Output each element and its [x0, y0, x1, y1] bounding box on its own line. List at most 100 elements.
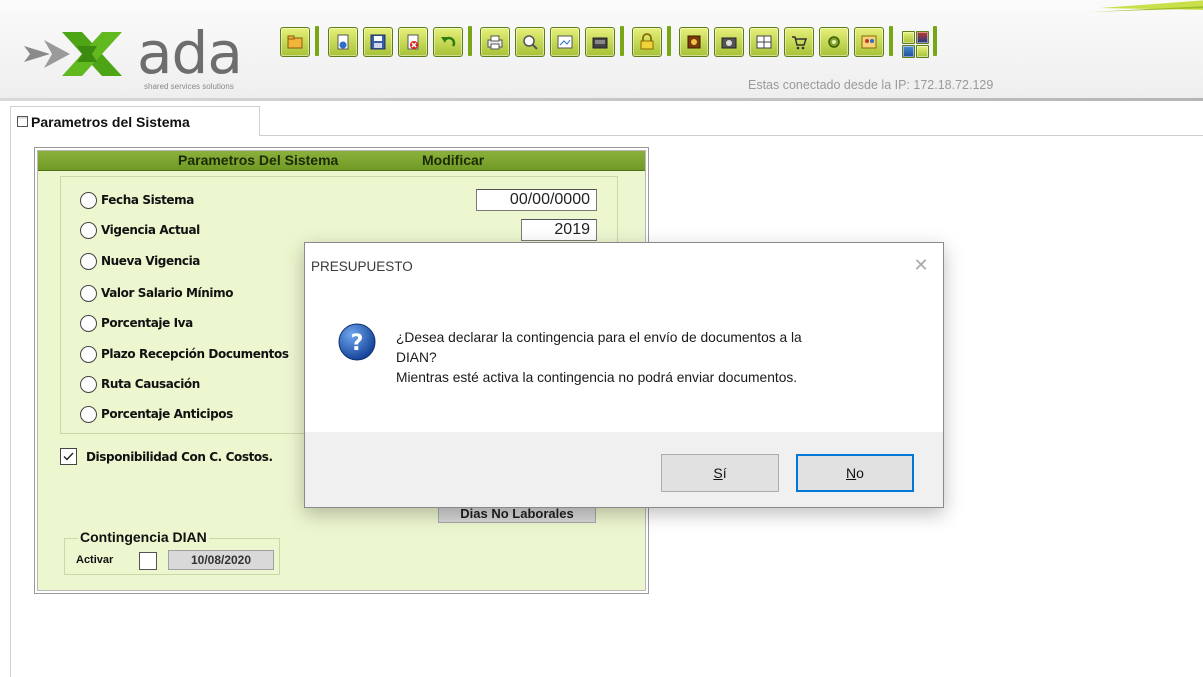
header-divider [0, 98, 1203, 101]
toolbar-separator [667, 26, 671, 56]
radio-button[interactable] [80, 191, 97, 209]
yes-mnemonic: S [713, 465, 723, 481]
save-icon [370, 34, 386, 50]
tab-parametros-sistema[interactable]: Parametros del Sistema [10, 106, 260, 136]
mini-window-button[interactable] [902, 31, 915, 44]
mini-doc-button[interactable] [916, 45, 929, 58]
panel-title-bar: Parametros Del Sistema Modificar [38, 151, 645, 171]
param-label: Plazo Recepción Documentos [101, 347, 289, 361]
checkmark-icon [63, 452, 74, 461]
contingencia-title: Contingencia DIAN [78, 529, 209, 545]
radio-button[interactable] [80, 405, 97, 423]
radio-fecha-sistema[interactable]: Fecha Sistema [80, 189, 194, 211]
toolbar-separator [315, 26, 319, 56]
dialog-message-line: ¿Desea declarar la contingencia para el … [396, 330, 802, 345]
export-icon [592, 37, 608, 49]
radio-button[interactable] [80, 284, 97, 302]
no-label: o [856, 465, 864, 481]
print-icon [487, 35, 503, 50]
question-icon: ? [338, 323, 376, 361]
param-label: Fecha Sistema [101, 193, 194, 207]
users-button[interactable] [854, 27, 884, 57]
print-button[interactable] [480, 27, 510, 57]
radio-button[interactable] [80, 345, 97, 363]
radio-porcentaje-iva[interactable]: Porcentaje Iva [80, 312, 193, 334]
logo-tagline: shared services solutions [144, 82, 234, 91]
grid-button[interactable] [749, 27, 779, 57]
lock-button[interactable] [632, 27, 662, 57]
radio-button[interactable] [80, 252, 97, 270]
dialog-message: ¿Desea declarar la contingencia para el … [396, 328, 916, 388]
settings-button[interactable] [819, 27, 849, 57]
activar-checkbox[interactable] [139, 552, 157, 570]
delete-button[interactable] [398, 27, 428, 57]
radio-valor-salario-minimo[interactable]: Valor Salario Mínimo [80, 282, 233, 304]
param-label: Nueva Vigencia [101, 254, 201, 268]
param-label: Ruta Causación [101, 377, 200, 391]
header-swoosh-decoration [1090, 0, 1203, 12]
mini-flag-button[interactable] [916, 31, 929, 44]
search-icon [523, 35, 538, 50]
param-label: Porcentaje Iva [101, 316, 193, 330]
toolbar-separator [468, 26, 472, 56]
logo-mark-icon [24, 32, 122, 76]
param-label: Vigencia Actual [101, 223, 200, 237]
window-icon [17, 116, 28, 127]
vigencia-actual-field[interactable]: 2019 [521, 219, 597, 241]
disponibilidad-checkbox[interactable] [60, 448, 77, 465]
lock-icon [640, 33, 654, 50]
radio-button[interactable] [80, 221, 97, 239]
open-button[interactable] [280, 27, 310, 57]
radio-nueva-vigencia[interactable]: Nueva Vigencia [80, 250, 200, 272]
param-label: Valor Salario Mínimo [101, 286, 234, 300]
disponibilidad-label: Disponibilidad Con C. Costos. [86, 449, 273, 464]
close-icon[interactable]: ✕ [909, 253, 933, 277]
no-mnemonic: N [846, 465, 857, 481]
dialog-message-line: DIAN? [396, 350, 437, 365]
content-left-border [10, 135, 11, 677]
new-button[interactable] [328, 27, 358, 57]
radio-button[interactable] [80, 314, 97, 332]
tab-strip-line [260, 135, 1203, 136]
camera-icon [721, 37, 737, 49]
search-button[interactable] [515, 27, 545, 57]
toolbar-separator [620, 26, 624, 56]
preview-button[interactable] [550, 27, 580, 57]
save-button[interactable] [363, 27, 393, 57]
radio-vigencia-actual[interactable]: Vigencia Actual [80, 219, 200, 241]
cart-icon [792, 36, 808, 50]
panel-title: Parametros Del Sistema [178, 152, 339, 168]
mini-chart-button[interactable] [902, 45, 915, 58]
settings-icon [828, 36, 840, 48]
money-icon [687, 35, 701, 49]
disponibilidad-checkbox-row[interactable]: Disponibilidad Con C. Costos. [60, 448, 273, 465]
panel-mode: Modificar [422, 152, 485, 168]
radio-porcentaje-anticipos[interactable]: Porcentaje Anticipos [80, 403, 233, 425]
radio-ruta-causacion[interactable]: Ruta Causación [80, 373, 200, 395]
users-icon [861, 35, 877, 49]
delete-icon [407, 34, 419, 50]
activar-label: Activar [76, 554, 114, 566]
fecha-sistema-field[interactable]: 00/00/0000 [476, 189, 597, 211]
export-button[interactable] [585, 27, 615, 57]
undo-button[interactable] [433, 27, 463, 57]
yes-label: í [722, 465, 727, 481]
radio-plazo-recepcion[interactable]: Plazo Recepción Documentos [80, 343, 289, 365]
money-button[interactable] [679, 27, 709, 57]
param-label: Porcentaje Anticipos [101, 407, 233, 421]
open-icon [287, 35, 303, 49]
app-header: ada shared services solutions Estas cone… [0, 0, 1203, 100]
dialog-title: PRESUPUESTO [311, 259, 413, 274]
undo-icon [441, 36, 456, 47]
yes-button[interactable]: Sí [661, 454, 779, 492]
grid-icon [756, 35, 772, 49]
tab-label: Parametros del Sistema [31, 114, 190, 130]
no-button[interactable]: No [796, 454, 914, 492]
company-logo: ada shared services solutions [22, 20, 272, 94]
dialog-message-line: Mientras esté activa la contingencia no … [396, 370, 798, 385]
radio-button[interactable] [80, 375, 97, 393]
confirm-dialog: PRESUPUESTO ✕ ? ¿Desea declarar la conti… [304, 242, 944, 508]
cart-button[interactable] [784, 27, 814, 57]
camera-button[interactable] [714, 27, 744, 57]
svg-text:?: ? [351, 331, 364, 356]
